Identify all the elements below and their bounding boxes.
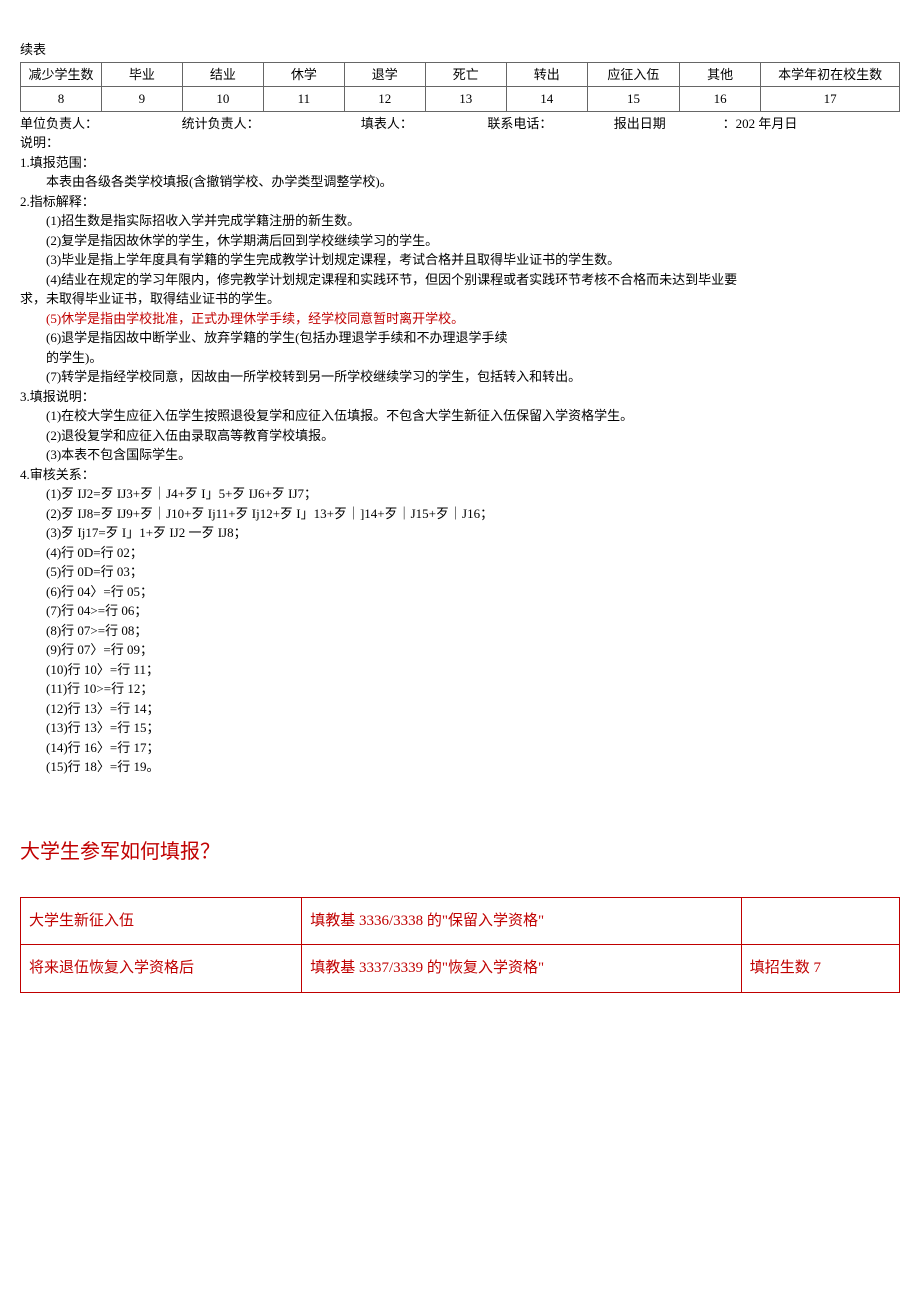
sec4-item-13: (13)行 13〉=行 15； [20, 718, 900, 738]
num-12: 12 [344, 87, 425, 112]
col-xiuxue: 休学 [263, 62, 344, 87]
ans-r1c2: 填教基 3336/3338 的"保留入学资格" [302, 897, 742, 945]
col-group-start: 本学年初在校生数 [761, 62, 900, 87]
col-jieye: 结业 [182, 62, 263, 87]
sec2-item-5: (5)休学是指由学校批准，正式办理休学手续，经学校同意暂时离开学校。 [20, 309, 900, 329]
num-16: 16 [680, 87, 761, 112]
sec4-item-4: (4)行 0D=行 02； [20, 543, 900, 563]
report-date-value: ：202 年月日 [723, 114, 798, 134]
answer-table: 大学生新征入伍 填教基 3336/3338 的"保留入学资格" 将来退伍恢复入学… [20, 897, 900, 993]
col-zhuanchu: 转出 [506, 62, 587, 87]
sec2-item-1: (1)招生数是指实际招收入学并完成学籍注册的新生数。 [20, 211, 900, 231]
table-row: 大学生新征入伍 填教基 3336/3338 的"保留入学资格" [21, 897, 900, 945]
col-yingzheng: 应征入伍 [587, 62, 680, 87]
filler: 填表人： [361, 114, 484, 134]
sec2-item-2: (2)复学是指因故休学的学生，休学期满后回到学校继续学习的学生。 [20, 231, 900, 251]
sec2-item-7: (7)转学是指经学校同意，因故由一所学校转到另一所学校继续学习的学生，包括转入和… [20, 367, 900, 387]
sec2-item-4b: 求，未取得毕业证书，取得结业证书的学生。 [20, 289, 900, 309]
stat-leader: 统计负责人： [182, 114, 358, 134]
sec2-item-3: (3)毕业是指上学年度具有学籍的学生完成教学计划规定课程，考试合格并且取得毕业证… [20, 250, 900, 270]
sec4-item-12: (12)行 13〉=行 14； [20, 699, 900, 719]
header-table: 减少学生数 毕业 结业 休学 退学 死亡 转出 应征入伍 其他 本学年初在校生数… [20, 62, 900, 112]
signature-line: 单位负责人： 统计负责人： 填表人： 联系电话： 报出日期 ：202 年月日 [20, 114, 900, 134]
continued-table-label: 续表 [20, 40, 900, 60]
sec4-item-6: (6)行 04〉=行 05； [20, 582, 900, 602]
sec3-title: 3.填报说明： [20, 387, 900, 407]
shuoming-title: 说明： [20, 133, 900, 153]
sec3-item-2: (2)退役复学和应征入伍由录取高等教育学校填报。 [20, 426, 900, 446]
sec1-body: 本表由各级各类学校填报(含撤销学校、办学类型调整学校)。 [20, 172, 900, 192]
sec2-item-6b: 的学生)。 [20, 348, 900, 368]
sec4-item-5: (5)行 0D=行 03； [20, 562, 900, 582]
ans-r1c3 [741, 897, 899, 945]
num-8: 8 [21, 87, 102, 112]
sec4-item-9: (9)行 07〉=行 09； [20, 640, 900, 660]
num-11: 11 [263, 87, 344, 112]
question-heading: 大学生参军如何填报？ [20, 837, 900, 867]
ans-r2c1: 将来退伍恢复入学资格后 [21, 945, 302, 993]
report-date-label: 报出日期 [614, 114, 720, 134]
col-siwang: 死亡 [425, 62, 506, 87]
sec4-item-11: (11)行 10>=行 12； [20, 679, 900, 699]
unit-leader: 单位负责人： [20, 114, 178, 134]
num-17: 17 [761, 87, 900, 112]
sec4-item-3: (3)歹 Ij17=歹 I」1+歹 IJ2 一歹 IJ8； [20, 523, 900, 543]
sec4-item-2: (2)歹 IJ8=歹 IJ9+歹｜J10+歹 Ij11+歹 Ij12+歹 I」1… [20, 504, 900, 524]
col-qita: 其他 [680, 62, 761, 87]
col-group-decrease: 减少学生数 [21, 62, 102, 87]
sec4-item-15: (15)行 18〉=行 19。 [20, 757, 900, 777]
phone: 联系电话： [487, 114, 610, 134]
table-row: 将来退伍恢复入学资格后 填教基 3337/3339 的"恢复入学资格" 填招生数… [21, 945, 900, 993]
col-tuixue: 退学 [344, 62, 425, 87]
sec4-item-14: (14)行 16〉=行 17； [20, 738, 900, 758]
num-15: 15 [587, 87, 680, 112]
sec1-title: 1.填报范围： [20, 153, 900, 173]
sec4-item-10: (10)行 10〉=行 11； [20, 660, 900, 680]
sec3-item-3: (3)本表不包含国际学生。 [20, 445, 900, 465]
num-9: 9 [101, 87, 182, 112]
ans-r2c2: 填教基 3337/3339 的"恢复入学资格" [302, 945, 742, 993]
ans-r2c3: 填招生数 7 [741, 945, 899, 993]
ans-r1c1: 大学生新征入伍 [21, 897, 302, 945]
sec4-item-1: (1)歹 IJ2=歹 IJ3+歹｜J4+歹 I」5+歹 IJ6+歹 IJ7； [20, 484, 900, 504]
sec2-item-6a: (6)退学是指因故中断学业、放弃学籍的学生(包括办理退学手续和不办理退学手续 [20, 328, 900, 348]
sec2-title: 2.指标解释： [20, 192, 900, 212]
sec4-item-8: (8)行 07>=行 08； [20, 621, 900, 641]
num-10: 10 [182, 87, 263, 112]
sec3-item-1: (1)在校大学生应征入伍学生按照退役复学和应征入伍填报。不包含大学生新征入伍保留… [20, 406, 900, 426]
col-biye: 毕业 [101, 62, 182, 87]
num-14: 14 [506, 87, 587, 112]
sec4-title: 4.审核关系： [20, 465, 900, 485]
sec2-item-4a: (4)结业在规定的学习年限内，修完教学计划规定课程和实践环节，但因个别课程或者实… [20, 270, 900, 290]
num-13: 13 [425, 87, 506, 112]
sec4-item-7: (7)行 04>=行 06； [20, 601, 900, 621]
